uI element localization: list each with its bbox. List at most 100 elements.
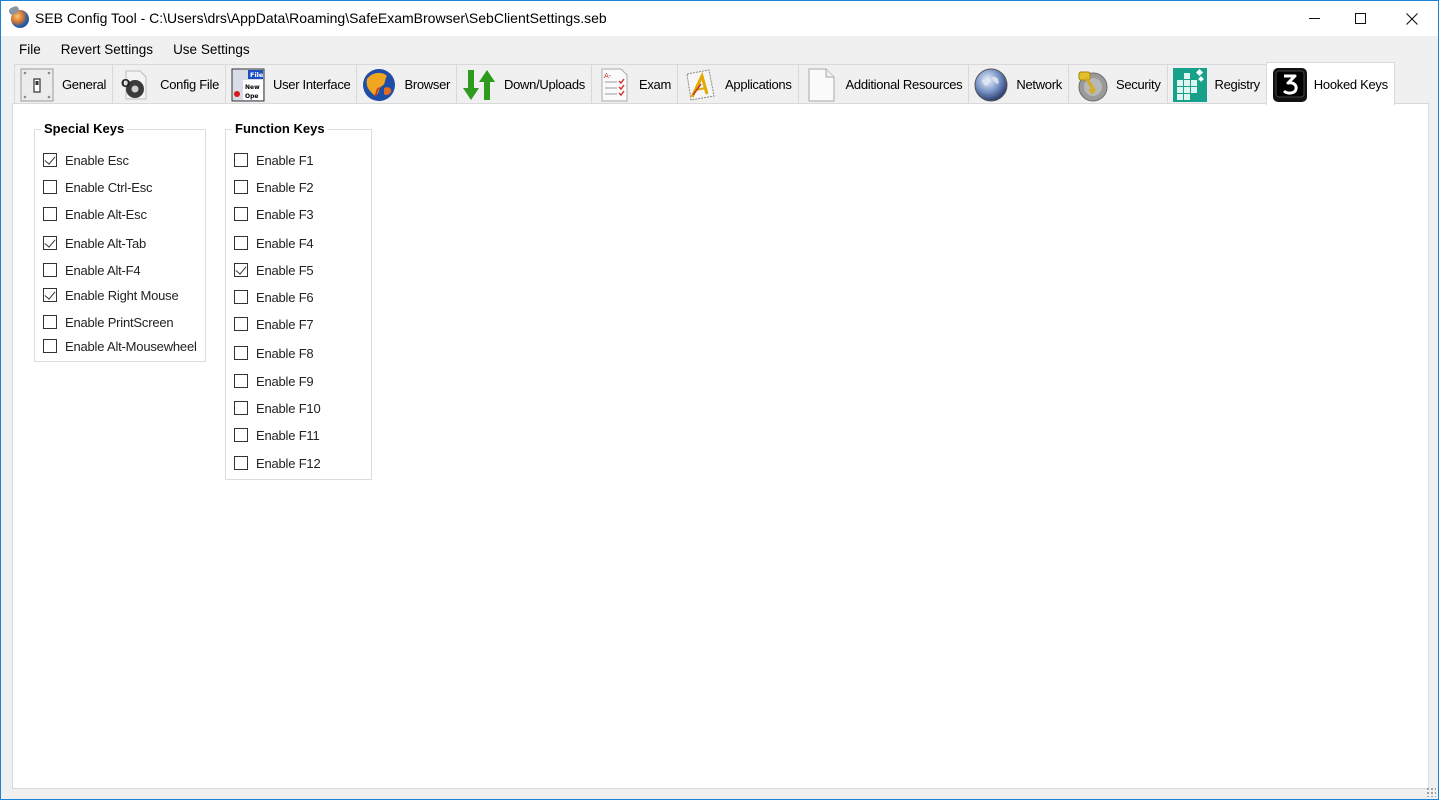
checkbox-enable-f12[interactable]: Enable F12 [234, 454, 321, 472]
checkbox[interactable] [234, 236, 248, 250]
checkbox[interactable] [234, 317, 248, 331]
tab-label: Hooked Keys [1313, 76, 1388, 92]
browser-globe-icon [362, 68, 396, 102]
maximize-button[interactable] [1337, 1, 1383, 36]
checkbox-label: Enable Right Mouse [65, 287, 179, 303]
tab-hooked-keys[interactable]: Hooked Keys [1265, 62, 1395, 105]
hooked-keys-panel: Special Keys Enable Esc Enable Ctrl-Esc … [12, 103, 1429, 789]
checkbox-enable-f3[interactable]: Enable F3 [234, 205, 314, 223]
checkbox[interactable] [43, 339, 57, 353]
checkbox[interactable] [43, 315, 57, 329]
resize-grip[interactable] [1426, 787, 1436, 797]
checkbox-label: Enable F12 [256, 455, 321, 471]
checkbox-label: Enable Ctrl-Esc [65, 179, 153, 195]
tab-label: Network [1016, 77, 1062, 92]
tab-down-uploads[interactable]: Down/Uploads [456, 64, 592, 104]
tab-label: Security [1115, 77, 1161, 92]
checkbox-label: Enable F6 [256, 289, 314, 305]
checkbox[interactable] [43, 153, 57, 167]
tab-label: User Interface [273, 77, 351, 92]
checkbox-enable-f6[interactable]: Enable F6 [234, 288, 314, 306]
config-file-icon: O [118, 68, 152, 102]
checkbox-enable-f8[interactable]: Enable F8 [234, 344, 314, 362]
svg-text:A-: A- [604, 72, 612, 80]
menu-use-settings[interactable]: Use Settings [163, 40, 260, 59]
checkbox-enable-right-mouse[interactable]: Enable Right Mouse [43, 286, 179, 304]
checkbox-label: Enable F2 [256, 179, 314, 195]
menu-bar: File Revert Settings Use Settings [1, 37, 1438, 61]
checkbox-enable-esc[interactable]: Enable Esc [43, 151, 129, 169]
tab-network[interactable]: Network [968, 64, 1069, 104]
checkbox[interactable] [43, 236, 57, 250]
checkbox-enable-alt-mousewheel[interactable]: Enable Alt-Mousewheel [43, 337, 197, 355]
checkbox[interactable] [234, 180, 248, 194]
checkbox[interactable] [234, 207, 248, 221]
applications-icon [683, 68, 717, 102]
close-button[interactable] [1389, 1, 1435, 36]
tab-config-file[interactable]: O Config File [112, 64, 226, 104]
checkbox[interactable] [43, 207, 57, 221]
title-bar: SEB Config Tool - C:\Users\drs\AppData\R… [1, 1, 1438, 36]
user-interface-icon: File New Ope [231, 68, 265, 102]
menu-revert-settings[interactable]: Revert Settings [51, 40, 163, 59]
document-icon [804, 68, 838, 102]
checkbox[interactable] [234, 428, 248, 442]
app-window: SEB Config Tool - C:\Users\drs\AppData\R… [0, 0, 1439, 800]
checkbox-label: Enable PrintScreen [65, 314, 174, 330]
checkbox-enable-f1[interactable]: Enable F1 [234, 151, 314, 169]
tab-additional-resources[interactable]: Additional Resources [797, 64, 970, 104]
checkbox[interactable] [43, 180, 57, 194]
checkbox[interactable] [234, 290, 248, 304]
tab-exam[interactable]: A- Exam [590, 64, 679, 104]
svg-text:Ope: Ope [245, 93, 258, 100]
close-icon [1406, 12, 1418, 25]
tab-general[interactable]: General [14, 64, 114, 104]
special-keys-group: Special Keys Enable Esc Enable Ctrl-Esc … [34, 121, 206, 362]
tab-registry[interactable]: Registry [1166, 64, 1267, 104]
checkbox-enable-f11[interactable]: Enable F11 [234, 426, 320, 444]
checkbox-enable-f4[interactable]: Enable F4 [234, 234, 314, 252]
checkbox-enable-printscreen[interactable]: Enable PrintScreen [43, 313, 174, 331]
checkbox[interactable] [234, 401, 248, 415]
function-keys-title: Function Keys [232, 121, 328, 136]
checkbox-label: Enable F11 [256, 427, 320, 443]
checkbox[interactable] [234, 153, 248, 167]
checkbox-enable-f9[interactable]: Enable F9 [234, 372, 314, 390]
checkbox-label: Enable F7 [256, 316, 314, 332]
tab-browser[interactable]: Browser [356, 64, 458, 104]
registry-icon [1172, 67, 1207, 102]
maximize-icon [1354, 13, 1366, 24]
checkbox-enable-f5[interactable]: Enable F5 [234, 261, 314, 279]
tab-label: Registry [1214, 77, 1261, 92]
checkbox-enable-f2[interactable]: Enable F2 [234, 178, 314, 196]
exam-checklist-icon: A- [597, 68, 631, 102]
svg-text:New: New [245, 84, 260, 91]
tab-label: Additional Resources [845, 77, 963, 92]
down-up-arrows-icon [462, 68, 496, 102]
tab-applications[interactable]: Applications [677, 64, 799, 104]
checkbox[interactable] [234, 263, 248, 277]
svg-text:File: File [250, 71, 264, 79]
checkbox-enable-f10[interactable]: Enable F10 [234, 399, 321, 417]
menu-file[interactable]: File [9, 40, 51, 59]
checkbox-enable-ctrl-esc[interactable]: Enable Ctrl-Esc [43, 178, 153, 196]
checkbox[interactable] [234, 456, 248, 470]
checkbox[interactable] [43, 288, 57, 302]
checkbox-label: Enable Alt-Esc [65, 206, 147, 222]
checkbox-enable-f7[interactable]: Enable F7 [234, 315, 314, 333]
checkbox[interactable] [234, 346, 248, 360]
tab-label: Applications [725, 77, 792, 92]
tab-user-interface[interactable]: File New Ope User Interface [225, 64, 358, 104]
checkbox-label: Enable Alt-Mousewheel [65, 338, 197, 354]
checkbox[interactable] [43, 263, 57, 277]
checkbox-label: Enable F1 [256, 152, 314, 168]
checkbox-enable-alt-esc[interactable]: Enable Alt-Esc [43, 205, 147, 223]
checkbox[interactable] [234, 374, 248, 388]
seb-app-icon [11, 10, 29, 28]
minimize-button[interactable] [1291, 1, 1337, 36]
checkbox-label: Enable Esc [65, 152, 129, 168]
checkbox-label: Enable F8 [256, 345, 314, 361]
checkbox-enable-alt-tab[interactable]: Enable Alt-Tab [43, 234, 146, 252]
tab-security[interactable]: Security [1067, 64, 1168, 104]
checkbox-enable-alt-f4[interactable]: Enable Alt-F4 [43, 261, 141, 279]
